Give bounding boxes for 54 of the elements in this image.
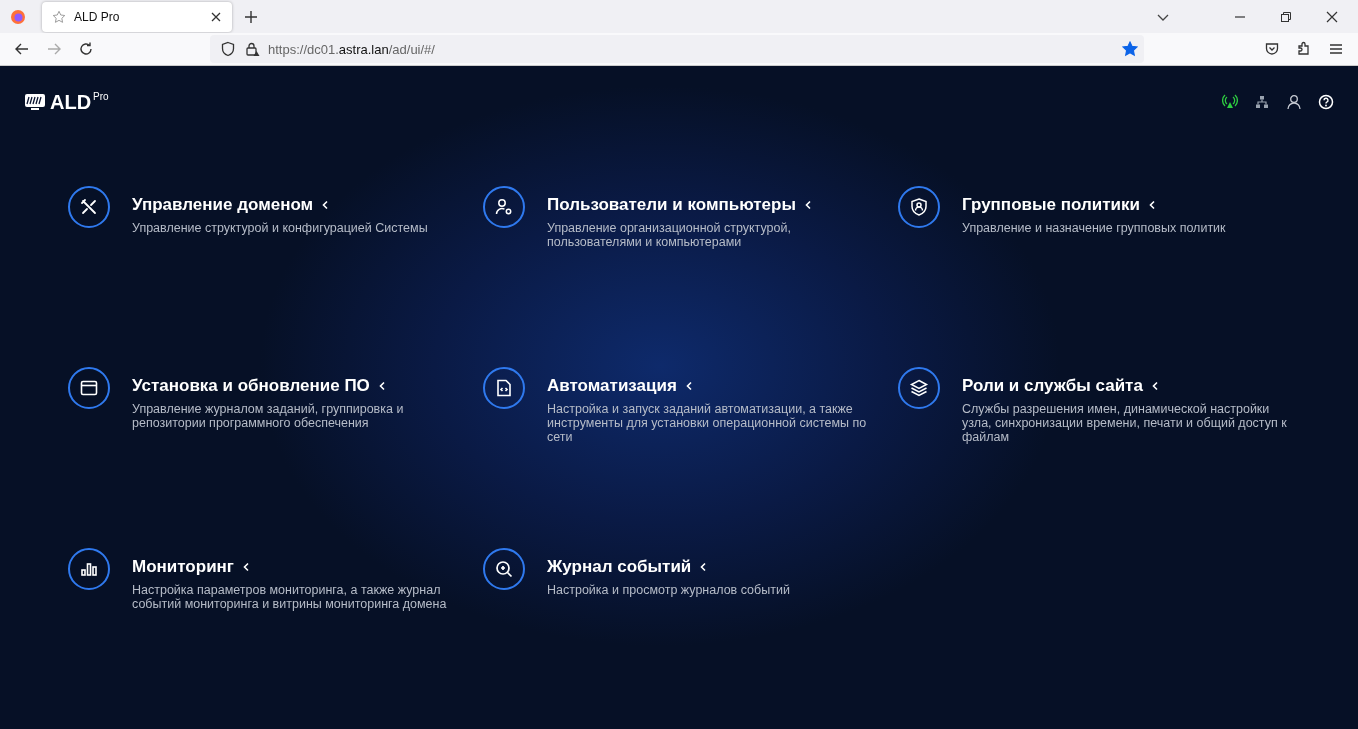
tools-icon[interactable] [68,186,110,228]
user-icon[interactable] [1286,94,1302,110]
star-icon [52,9,66,24]
chevron-icon[interactable] [241,562,250,572]
restore-icon[interactable] [1280,10,1292,23]
reload-icon[interactable] [78,41,94,58]
section-title[interactable]: Установка и обновление ПО [132,376,370,396]
help-icon[interactable] [1318,94,1334,110]
lock-icon[interactable] [244,41,260,58]
chevron-icon[interactable] [1147,200,1156,210]
address-bar[interactable]: https://dc01.astra.lan/ad/ui/#/ [210,35,1144,64]
section-description: Управление журналом заданий, группировка и репозитории программного обеспечения [132,402,405,430]
chevron-icon[interactable] [1150,381,1159,391]
chevron-icon[interactable] [321,200,330,210]
section-description: Настройка и запуск заданий автоматизации, а также инструменты для установки операционной системы по сети [547,402,868,444]
section-title[interactable]: Роли и службы сайта [962,376,1143,396]
close-icon[interactable] [1326,10,1338,23]
shield-icon[interactable] [898,186,940,228]
logo-text: ALD [50,91,92,113]
chevron-icon[interactable] [377,381,386,391]
antenna-icon[interactable] [1222,94,1238,110]
monitor-logo-icon [24,93,46,111]
logo-superscript: Pro [93,91,109,102]
browser-logo-icon[interactable] [10,8,26,25]
pocket-icon[interactable] [1264,41,1280,58]
bookmark-star-icon[interactable] [1122,41,1138,58]
section-title[interactable]: Журнал событий [547,557,692,577]
browser-tab[interactable]: ALD Pro [42,1,232,32]
section-description: Управление и назначение групповых политик [962,221,1227,235]
user-gear-icon[interactable] [483,186,525,228]
bar-chart-icon[interactable] [68,548,110,590]
network-icon[interactable] [1254,94,1270,110]
code-file-icon[interactable] [483,367,525,409]
section-title[interactable]: Автоматизация [547,376,677,396]
layers-icon[interactable] [898,367,940,409]
new-tab-icon[interactable] [244,9,258,24]
section-title[interactable]: Мониторинг [132,557,234,577]
chevron-icon[interactable] [684,381,693,391]
tab-title: ALD Pro [74,9,121,24]
chevron-icon[interactable] [803,200,812,210]
section-description: Управление структурой и конфигурацией Системы [132,221,429,235]
section-description: Настройка параметров мониторинга, а также журнал событий мониторинга и витрины мониторинга домена [132,583,448,611]
window-icon[interactable] [68,367,110,409]
section-description: Управление организационной структурой, пользователями и компьютерами [547,221,792,249]
section-description: Службы разрешения имен, динамической настройки узла, синхронизации времени, печати и общий доступ к файлам [962,402,1288,444]
puzzle-icon[interactable] [1296,41,1312,58]
search-icon[interactable] [483,548,525,590]
section-description: Настройка и просмотр журналов событий [547,583,791,597]
section-title[interactable]: Групповые политики [962,195,1140,215]
section-title[interactable]: Пользователи и компьютеры [547,195,796,215]
chevron-icon[interactable] [699,562,708,572]
shield-icon[interactable] [220,41,236,58]
section-title[interactable]: Управление доменом [132,195,314,215]
close-icon[interactable] [210,10,222,23]
